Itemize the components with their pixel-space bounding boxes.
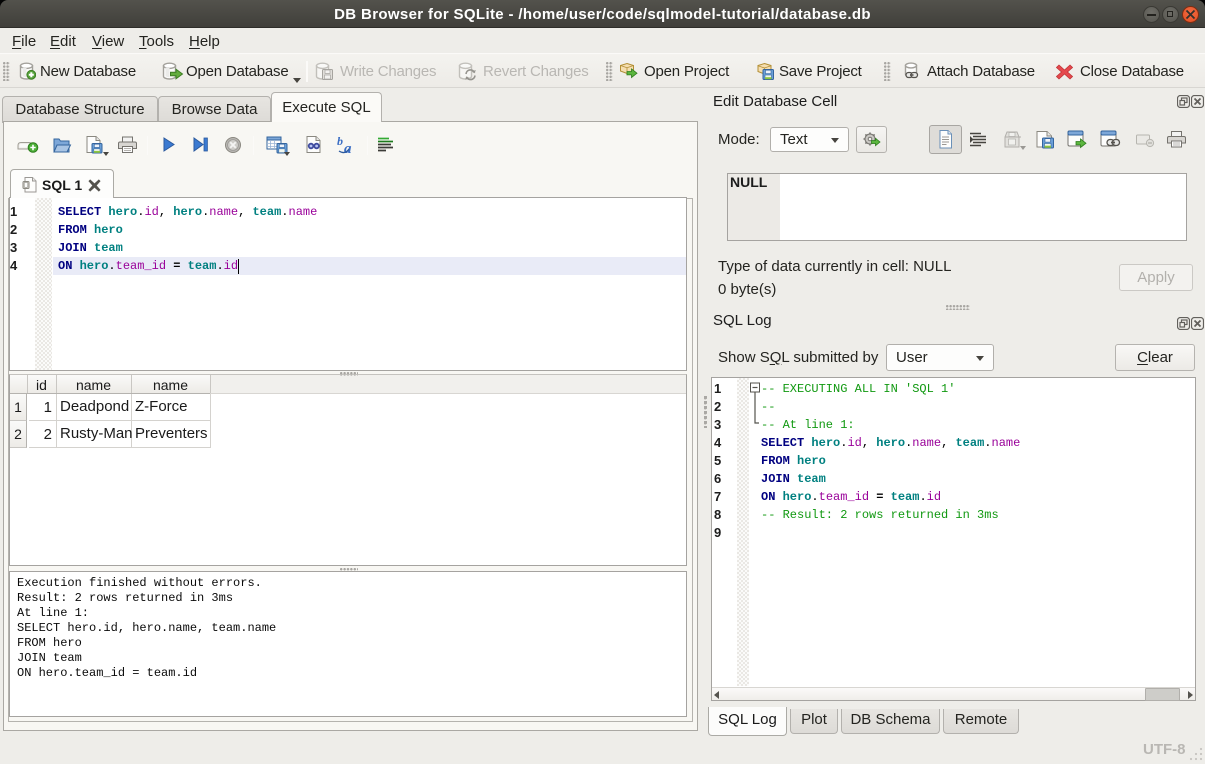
svg-text:b: b bbox=[337, 135, 343, 148]
